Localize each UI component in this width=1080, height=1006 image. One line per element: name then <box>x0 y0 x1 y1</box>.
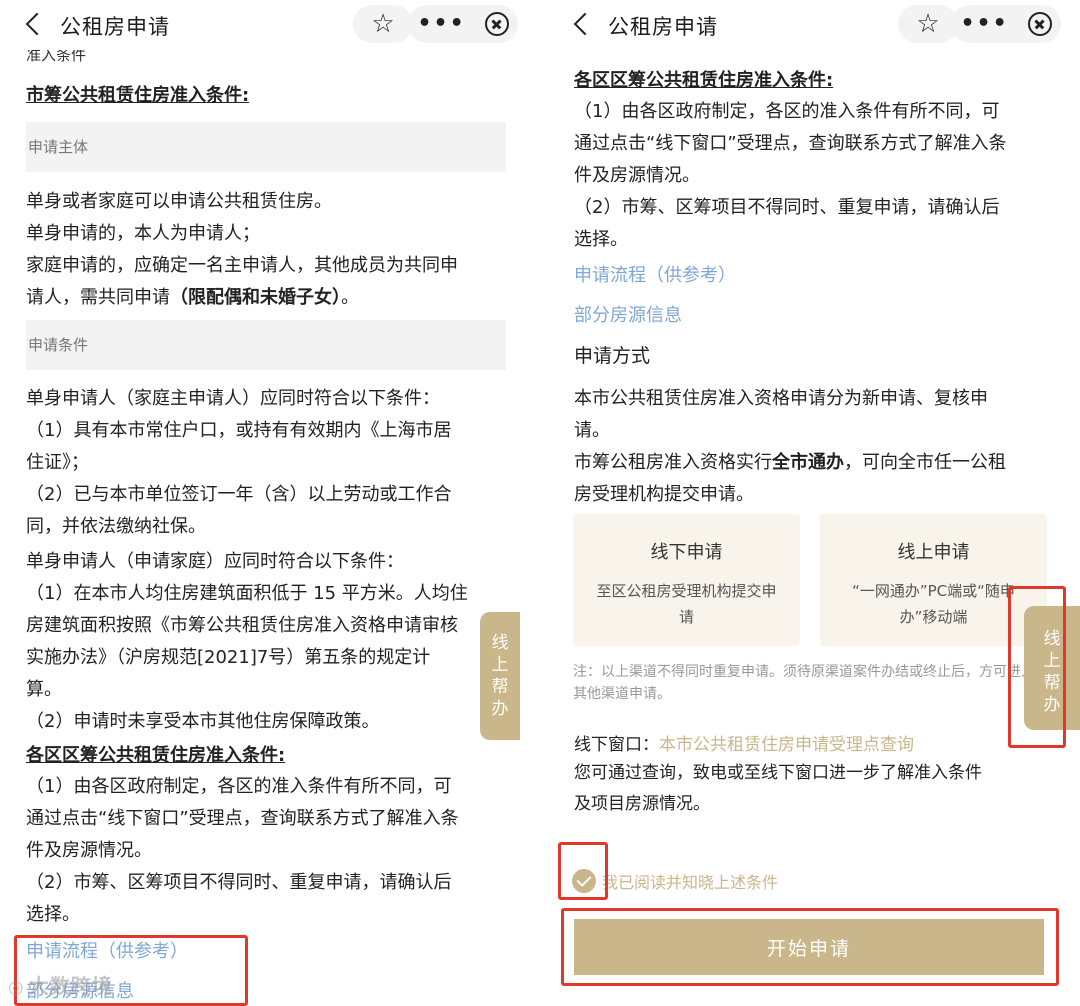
page-title: 公租房申请 <box>60 15 170 39</box>
city-heading: 市筹公共租赁住房准入条件: <box>26 85 250 106</box>
nav-bar: 公租房申请 ☆ ••• <box>0 0 538 50</box>
window-text: 您可通过查询，致电或至线下窗口进一步了解准入条件 及项目房源情况。 <box>574 763 982 814</box>
watermark: ◎ 大数跨境 <box>8 974 113 998</box>
offline-window-row: 线下窗口：本市公共租赁住房申请受理点查询 <box>574 735 914 755</box>
page-title: 公租房申请 <box>608 15 718 39</box>
conditions-text: 单身申请人（家庭主申请人）应同时符合以下条件： （1）具有本市常住户口，或持有有… <box>26 388 452 537</box>
mini-capsule: ••• <box>951 5 1061 43</box>
mini-capsule: ••• <box>408 5 518 43</box>
stage: 准入条件 公租房申请 ☆ ••• 市筹公共租赁住房准入条件: 申请主体 单身或者… <box>0 0 1080 1006</box>
watermark-logo-icon: ◎ <box>8 977 25 998</box>
process-link[interactable]: 申请流程（供参考） <box>574 262 736 290</box>
subject-text: 单身或者家庭可以申请公共租赁住房。 单身申请的，本人为申请人； 家庭申请的，应确… <box>26 191 458 308</box>
housing-info-link[interactable]: 部分房源信息 <box>574 302 682 330</box>
more-icon[interactable]: ••• <box>960 13 1008 35</box>
method-title: 申请方式 <box>574 345 651 367</box>
district-heading: 各区区筹公共租赁住房准入条件: <box>574 70 834 91</box>
close-icon[interactable] <box>1027 12 1052 36</box>
district-text: （1）由各区政府制定，各区的准入条件有所不同，可 通过点击“线下窗口”受理点，查… <box>26 776 459 925</box>
district-text: （1）由各区政府制定，各区的准入条件有所不同，可 通过点击“线下窗口”受理点，查… <box>574 101 1007 250</box>
left-screen: 准入条件 公租房申请 ☆ ••• 市筹公共租赁住房准入条件: 申请主体 单身或者… <box>0 0 538 1006</box>
back-arrow-icon[interactable] <box>22 9 46 39</box>
offline-apply-card[interactable]: 线下申请 至区公租房受理机构提交申请 <box>573 514 800 646</box>
section-bar-conditions: 申请条件 <box>26 320 506 370</box>
acceptance-point-link[interactable]: 本市公共租赁住房申请受理点查询 <box>659 735 914 755</box>
back-arrow-icon[interactable] <box>570 9 594 39</box>
star-icon: ☆ <box>371 9 395 39</box>
online-help-tab[interactable]: 线上帮办 <box>480 612 520 740</box>
favorite-button[interactable]: ☆ <box>898 5 958 43</box>
district-heading: 各区区筹公共租赁住房准入条件: <box>26 745 286 766</box>
right-screen: 公租房申请 ☆ ••• 各区区筹公共租赁住房准入条件: （1）由各区政府制定，各… <box>548 0 1080 1006</box>
channel-note: 注：以上渠道不得同时重复申请。须待原渠道案件办结或终止后，方可进入其他渠道申请。 <box>573 664 1035 702</box>
method-text: 本市公共租赁住房准入资格申请分为新申请、复核申 请。 市筹公租房准入资格实行全市… <box>574 388 1006 505</box>
section-bar-subject: 申请主体 <box>26 122 506 172</box>
nav-bar: 公租房申请 ☆ ••• <box>548 0 1080 50</box>
highlight-box-help-tab <box>1008 586 1066 748</box>
highlight-box-checkbox <box>558 842 608 900</box>
star-icon: ☆ <box>916 9 940 39</box>
more-icon[interactable]: ••• <box>417 13 465 35</box>
family-conditions-text: 单身申请人（申请家庭）应同时符合以下条件： （1）在本市人均住房建筑面积低于 1… <box>26 551 468 732</box>
close-icon[interactable] <box>484 12 509 36</box>
highlight-box-start <box>561 908 1059 986</box>
favorite-button[interactable]: ☆ <box>353 5 413 43</box>
